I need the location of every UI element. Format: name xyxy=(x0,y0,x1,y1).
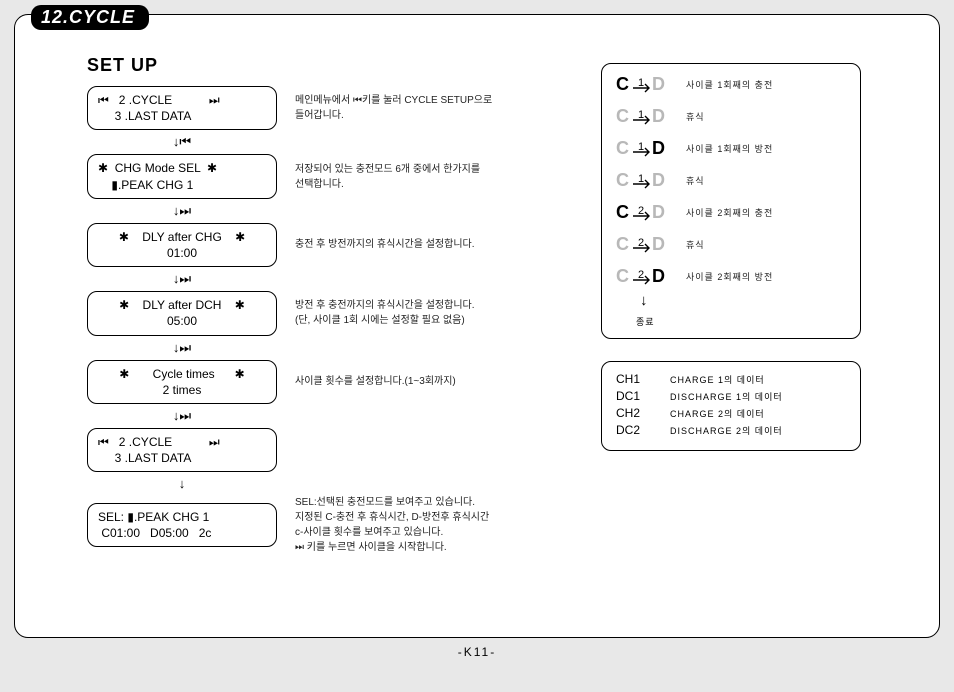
sequence-desc: 사이클 2회째의 방전 xyxy=(686,270,773,283)
svg-text:1: 1 xyxy=(638,109,644,121)
flow-arrow-icon: ↓⏭ xyxy=(87,271,277,287)
step-line: 3 .LAST DATA xyxy=(98,108,266,124)
svg-text:C: C xyxy=(616,234,629,254)
flow-step: ⏮ 2 .CYCLE ⏭ 3 .LAST DATA xyxy=(87,428,277,472)
page-number: -K11- xyxy=(15,645,939,659)
sequence-desc: 휴식 xyxy=(686,238,705,251)
step-description: 사이클 횟수를 설정합니다.(1~3회까지) xyxy=(295,374,575,389)
sequence-row: C 2 D 사이클 2회째의 방전 xyxy=(616,266,846,286)
cd-phase-icon: C 1 D xyxy=(616,170,670,190)
flow-arrow-icon: ↓⏭ xyxy=(87,340,277,356)
svg-text:C: C xyxy=(616,74,629,94)
legend-row: CH1 CHARGE 1의 데이터 xyxy=(616,372,846,386)
flow-step: ✱ DLY after CHG ✱01:00 xyxy=(87,223,277,267)
legend-value: DISCHARGE 1의 데이터 xyxy=(670,390,783,403)
flow-step: ✱ DLY after DCH ✱05:00 xyxy=(87,291,277,335)
svg-text:D: D xyxy=(652,266,665,286)
flow-step: ✱ CHG Mode SEL ✱ ▮.PEAK CHG 1 xyxy=(87,154,277,198)
cd-phase-icon: C 1 D xyxy=(616,74,670,94)
step-line: ✱ Cycle times ✱ xyxy=(98,366,266,382)
legend-key: CH1 xyxy=(616,372,656,386)
cd-phase-icon: C 2 D xyxy=(616,266,670,286)
flow-arrow-icon: ↓⏭ xyxy=(87,203,277,219)
sequence-row: C 1 D 사이클 1회째의 충전 xyxy=(616,74,846,94)
svg-text:D: D xyxy=(652,106,665,126)
svg-text:C: C xyxy=(616,266,629,286)
legend-row: CH2 CHARGE 2의 데이터 xyxy=(616,406,846,420)
sequence-desc: 휴식 xyxy=(686,110,705,123)
sequence-row: C 2 D 사이클 2회째의 충전 xyxy=(616,202,846,222)
svg-text:D: D xyxy=(652,74,665,94)
svg-text:2: 2 xyxy=(638,205,644,217)
step-line: ⏮ 2 .CYCLE ⏭ xyxy=(98,92,266,108)
legend-value: DISCHARGE 2의 데이터 xyxy=(670,424,783,437)
svg-text:2: 2 xyxy=(638,237,644,249)
legend-key: CH2 xyxy=(616,406,656,420)
step-line: 2 times xyxy=(98,382,266,398)
svg-text:D: D xyxy=(652,202,665,222)
data-legend-box: CH1CHARGE 1의 데이터DC1DISCHARGE 1의 데이터CH2CH… xyxy=(601,361,861,451)
step-line: 3 .LAST DATA xyxy=(98,450,266,466)
flow-step: ✱ Cycle times ✱2 times xyxy=(87,360,277,404)
step-description: 방전 후 충전까지의 휴식시간을 설정합니다. (단, 사이클 1회 시에는 설… xyxy=(295,298,575,328)
flow-step: ⏮ 2 .CYCLE ⏭ 3 .LAST DATA xyxy=(87,86,277,130)
cycle-sequence-box: C 1 D 사이클 1회째의 충전 C 1 D 휴식 C 1 D 사이클 1회째… xyxy=(601,63,861,339)
right-column: C 1 D 사이클 1회째의 충전 C 1 D 휴식 C 1 D 사이클 1회째… xyxy=(601,63,861,473)
legend-row: DC2 DISCHARGE 2의 데이터 xyxy=(616,423,846,437)
step-line: 01:00 xyxy=(98,245,266,261)
flow-row: SEL: ▮.PEAK CHG 1 C01:00 D05:00 2c SEL:선택… xyxy=(87,495,909,555)
sequence-row: C 1 D 휴식 xyxy=(616,106,846,126)
flow-arrow-icon: ↓⏮ xyxy=(87,134,277,150)
step-line: ▮.PEAK CHG 1 xyxy=(98,177,266,193)
sequence-end: 종료 xyxy=(636,315,846,328)
sequence-desc: 사이클 1회째의 방전 xyxy=(686,142,773,155)
svg-text:C: C xyxy=(616,202,629,222)
sequence-desc: 휴식 xyxy=(686,174,705,187)
flow-step: SEL: ▮.PEAK CHG 1 C01:00 D05:00 2c xyxy=(87,503,277,547)
svg-text:D: D xyxy=(652,138,665,158)
step-description: 메인메뉴에서 ⏮키를 눌러 CYCLE SETUP으로 들어갑니다. xyxy=(295,93,575,123)
svg-text:C: C xyxy=(616,106,629,126)
step-line: SEL: ▮.PEAK CHG 1 xyxy=(98,509,266,525)
legend-value: CHARGE 2의 데이터 xyxy=(670,407,765,420)
legend-key: DC2 xyxy=(616,423,656,437)
section-tab: 12.CYCLE xyxy=(31,5,149,30)
cd-phase-icon: C 1 D xyxy=(616,106,670,126)
page-frame: 12.CYCLE SET UP ⏮ 2 .CYCLE ⏭ 3 .LAST DAT… xyxy=(14,14,940,638)
svg-text:C: C xyxy=(616,170,629,190)
flow-arrow-icon: ↓⏭ xyxy=(87,408,277,424)
step-line: ✱ CHG Mode SEL ✱ xyxy=(98,160,266,176)
cd-phase-icon: C 2 D xyxy=(616,234,670,254)
flow-arrow-icon: ↓ xyxy=(87,476,277,491)
svg-text:D: D xyxy=(652,234,665,254)
step-line: 05:00 xyxy=(98,313,266,329)
sequence-desc: 사이클 1회째의 충전 xyxy=(686,78,773,91)
legend-value: CHARGE 1의 데이터 xyxy=(670,373,765,386)
svg-text:D: D xyxy=(652,170,665,190)
sequence-row: C 1 D 휴식 xyxy=(616,170,846,190)
svg-text:2: 2 xyxy=(638,269,644,281)
step-line: ✱ DLY after DCH ✱ xyxy=(98,297,266,313)
down-arrow-icon: ↓ xyxy=(640,292,846,309)
step-line: ⏮ 2 .CYCLE ⏭ xyxy=(98,434,266,450)
svg-text:1: 1 xyxy=(638,173,644,185)
step-description: 저장되어 있는 충전모드 6개 중에서 한가지를 선택합니다. xyxy=(295,162,575,192)
step-line: ✱ DLY after CHG ✱ xyxy=(98,229,266,245)
sequence-row: C 1 D 사이클 1회째의 방전 xyxy=(616,138,846,158)
svg-text:C: C xyxy=(616,138,629,158)
legend-key: DC1 xyxy=(616,389,656,403)
step-description: 충전 후 방전까지의 휴식시간을 설정합니다. xyxy=(295,237,575,252)
sequence-desc: 사이클 2회째의 충전 xyxy=(686,206,773,219)
cd-phase-icon: C 1 D xyxy=(616,138,670,158)
cd-phase-icon: C 2 D xyxy=(616,202,670,222)
sequence-row: C 2 D 휴식 xyxy=(616,234,846,254)
step-line: C01:00 D05:00 2c xyxy=(98,525,266,541)
legend-row: DC1 DISCHARGE 1의 데이터 xyxy=(616,389,846,403)
svg-text:1: 1 xyxy=(638,141,644,153)
step-description: SEL:선택된 충전모드를 보여주고 있습니다. 지정된 C-충전 후 휴식시간… xyxy=(295,495,575,555)
svg-text:1: 1 xyxy=(638,77,644,89)
content-area: SET UP ⏮ 2 .CYCLE ⏭ 3 .LAST DATA메인메뉴에서 ⏮… xyxy=(87,55,909,627)
